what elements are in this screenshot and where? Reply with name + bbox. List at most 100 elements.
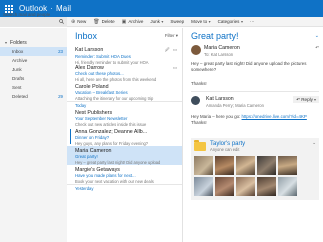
message-sender: Maria Cameron: [75, 148, 178, 154]
folders-header[interactable]: ▾ Folders: [0, 38, 67, 47]
message-sender: Nest Publishers: [75, 110, 178, 116]
message-flags-icon[interactable]: 🖉 ▭: [165, 46, 178, 54]
list-item[interactable]: Anna Gonzalez; Deanne Allb... Dinner on F…: [67, 127, 182, 146]
folder-item-sent[interactable]: Sent: [0, 83, 67, 92]
folder-item-drafts[interactable]: Drafts: [0, 74, 67, 83]
photo-thumbnail[interactable]: [215, 177, 234, 196]
photo-thumbnail[interactable]: [257, 156, 276, 175]
message-preview: Hey – great party last night! Did anyone…: [75, 159, 161, 165]
sender-name: Alex Darrow: [75, 64, 104, 71]
message-preview: Hi all, here are the photos from this we…: [75, 76, 157, 82]
list-item[interactable]: Kat Larsson 🖉 ▭ Reminder: Submit HOA Dues H…: [67, 44, 182, 65]
list-item[interactable]: Nest Publishers Your September Newsletter…: [67, 108, 182, 127]
filter-button[interactable]: Filter ▾: [165, 33, 178, 39]
collapse-chevron-icon[interactable]: ⌄: [315, 33, 319, 39]
command-label: Move to: [191, 19, 208, 24]
photo-thumbnail[interactable]: [236, 156, 255, 175]
photo-thumbnail[interactable]: [194, 156, 213, 175]
search-box[interactable]: Search mail and people: [0, 12, 67, 27]
folder-label: Inbox: [12, 49, 24, 54]
message-header[interactable]: Kat Larsson Amanda Perry; Maria Cameron …: [183, 92, 323, 114]
folder-item-archive[interactable]: Archive: [0, 56, 67, 65]
command-archive[interactable]: ▣ Archive: [122, 19, 144, 25]
photo-thumbnail[interactable]: [278, 177, 297, 196]
command-[interactable]: ···: [250, 19, 255, 24]
chevron-down-icon[interactable]: ⌄: [312, 140, 316, 146]
collapse-caret-icon[interactable]: ▾: [5, 40, 7, 45]
photo-thumbnail[interactable]: [278, 156, 297, 175]
folder-item-deleted[interactable]: Deleted 29: [0, 92, 67, 101]
shared-folder-card[interactable]: Taylor's party Anyone can edit ⌄: [191, 138, 319, 200]
reply-icon[interactable]: ↶: [315, 45, 319, 51]
archive-icon: ▣: [121, 18, 127, 25]
shared-folder-permission: Anyone can edit: [210, 147, 240, 152]
list-item[interactable]: Maria Cameron Great party! Hey – great par…: [67, 146, 182, 165]
command-label: ···: [249, 19, 255, 24]
chevron-down-icon: ▾: [208, 19, 211, 24]
plus-icon: ⊕: [71, 18, 76, 25]
message-flags-icon[interactable]: ▭: [173, 65, 178, 71]
reading-pane: Great party! ⌄ Maria Cameron To: Kat Lar…: [183, 28, 323, 242]
list-item[interactable]: Alex Darrow ▭ Check out these photos... Hi …: [67, 63, 182, 82]
conversation-title: Great party!: [191, 30, 239, 41]
photo-grid: [194, 156, 316, 196]
shared-link[interactable]: https://onedrive.live.com/?id=4KP: [242, 114, 307, 119]
folder-item-junk[interactable]: Junk: [0, 65, 67, 74]
reply-label: Reply: [301, 97, 313, 102]
photo-thumbnail[interactable]: [215, 156, 234, 175]
message-preview: Book your next vacation with our new dea…: [75, 178, 154, 184]
command-categories[interactable]: Categories ▾: [218, 19, 243, 24]
list-item[interactable]: Carole Poland Vacation – Breakfast Series…: [67, 82, 182, 101]
sender-name: Anna Gonzalez; Deanne Allb...: [75, 128, 148, 135]
sender-name[interactable]: Kat Larsson: [206, 96, 264, 102]
message-preview: Attaching the itinerary for our upcoming…: [75, 95, 154, 101]
photo-thumbnail[interactable]: [257, 177, 276, 196]
date-group-header[interactable]: Today: [67, 101, 182, 108]
reply-button[interactable]: ↶ Reply ▾: [293, 96, 319, 103]
command-new[interactable]: ⊕ New: [71, 19, 86, 25]
message-sender: Margie's Getaways: [75, 167, 178, 173]
chevron-down-icon[interactable]: ▾: [314, 97, 316, 102]
command-sweep[interactable]: Sweep: [170, 19, 184, 24]
list-header: Inbox Filter ▾: [67, 28, 182, 44]
sender-name: Nest Publishers: [75, 109, 113, 116]
message-body: Hey Maria – here you go: https://onedriv…: [183, 114, 323, 134]
message-list: Inbox Filter ▾ Kat Larsson 🖉 ▭ Reminder: S…: [67, 28, 183, 242]
command-label: Junk: [150, 19, 160, 24]
search-icon[interactable]: [59, 19, 64, 24]
message-sender: Alex Darrow ▭: [75, 65, 178, 71]
sender-name: Margie's Getaways: [75, 166, 120, 173]
date-group-header[interactable]: Yesterday: [67, 184, 182, 191]
message-subject: Vacation – Breakfast Series: [75, 90, 128, 96]
message-sender: Anna Gonzalez; Deanne Allb...: [75, 129, 178, 135]
recipients: To: Kat Larsson: [204, 52, 234, 57]
command-junk[interactable]: Junk ▾: [150, 19, 163, 24]
command-delete[interactable]: 🗑 Delete: [93, 19, 114, 25]
folder-icon: [194, 140, 206, 151]
unread-count: 23: [58, 49, 63, 54]
message-header[interactable]: Maria Cameron To: Kat Larsson ↶: [183, 43, 323, 59]
folder-label: Junk: [12, 67, 22, 72]
sender-name[interactable]: Maria Cameron: [204, 45, 240, 51]
folders-header-label: Folders: [10, 39, 27, 46]
list-title: Inbox: [75, 31, 98, 41]
trash-icon: 🗑: [93, 18, 100, 25]
photo-thumbnail[interactable]: [194, 177, 213, 196]
message-subject: Your September Newsletter: [75, 116, 128, 122]
folder-label: Sent: [12, 85, 22, 90]
message-subject: Dinner on Friday?: [75, 135, 110, 141]
command-label: New: [77, 19, 87, 24]
folder-item-inbox[interactable]: Inbox 23: [0, 47, 67, 56]
body-text: Hey Maria – here you go:: [191, 114, 241, 119]
message-subject: Have you made plans for next...: [75, 173, 136, 179]
message-sender: Carole Poland: [75, 84, 178, 90]
list-item[interactable]: Margie's Getaways Have you made plans for…: [67, 165, 182, 184]
chevron-down-icon: ▾: [161, 19, 164, 24]
message-signoff: Thanks!: [191, 81, 207, 86]
command-move-to[interactable]: Move to ▾: [191, 19, 211, 24]
message-signoff: Thanks!: [191, 120, 207, 126]
unread-count: 29: [58, 94, 63, 99]
avatar: [191, 45, 201, 55]
photo-thumbnail[interactable]: [236, 177, 255, 196]
folder-label: Archive: [12, 58, 28, 63]
